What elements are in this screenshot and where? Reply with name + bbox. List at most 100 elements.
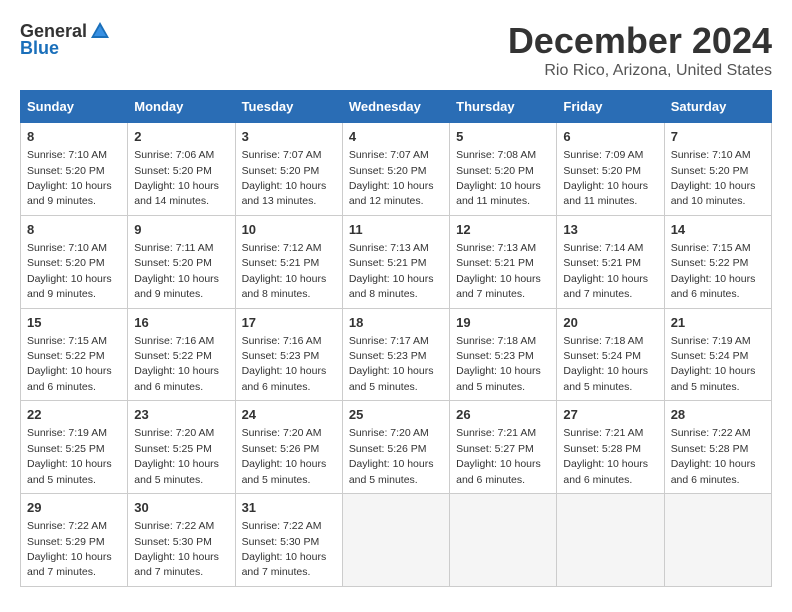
- day-number: 20: [563, 314, 657, 332]
- calendar-cell: [664, 494, 771, 587]
- calendar-cell: 3Sunrise: 7:07 AM Sunset: 5:20 PM Daylig…: [235, 123, 342, 216]
- calendar-cell: 24 Sunrise: 7:20 AM Sunset: 5:26 PM Dayli…: [235, 401, 342, 494]
- calendar-cell: [342, 494, 449, 587]
- calendar-cell: [450, 494, 557, 587]
- day-number: 5: [456, 128, 550, 146]
- calendar-cell: 8 Sunrise: 7:10 AM Sunset: 5:20 PM Daylig…: [21, 215, 128, 308]
- day-info: Sunrise: 7:15 AM Sunset: 5:22 PM Dayligh…: [671, 242, 756, 300]
- calendar-cell: 18Sunrise: 7:17 AM Sunset: 5:23 PM Dayli…: [342, 308, 449, 401]
- logo-icon: [89, 20, 111, 42]
- calendar-cell: 11Sunrise: 7:13 AM Sunset: 5:21 PM Dayli…: [342, 215, 449, 308]
- weekday-header-friday: Friday: [557, 91, 664, 123]
- weekday-header-thursday: Thursday: [450, 91, 557, 123]
- day-info: Sunrise: 7:21 AM Sunset: 5:27 PM Dayligh…: [456, 427, 541, 485]
- calendar-cell: 4 Sunrise: 7:07 AM Sunset: 5:20 PM Daylig…: [342, 123, 449, 216]
- calendar-cell: 25 Sunrise: 7:20 AM Sunset: 5:26 PM Dayli…: [342, 401, 449, 494]
- weekday-header-row: SundayMondayTuesdayWednesdayThursdayFrid…: [21, 91, 772, 123]
- day-info: Sunrise: 7:22 AM Sunset: 5:30 PM Dayligh…: [134, 520, 219, 578]
- day-info: Sunrise: 7:10 AM Sunset: 5:20 PM Dayligh…: [671, 149, 756, 207]
- day-info: Sunrise: 7:20 AM Sunset: 5:25 PM Dayligh…: [134, 427, 219, 485]
- calendar-cell: 7 Sunrise: 7:10 AM Sunset: 5:20 PM Daylig…: [664, 123, 771, 216]
- day-number: 8: [27, 128, 121, 146]
- day-number: 25: [349, 406, 443, 424]
- day-info: Sunrise: 7:13 AM Sunset: 5:21 PM Dayligh…: [456, 242, 541, 300]
- day-number: 12: [456, 221, 550, 239]
- calendar-cell: 2Sunrise: 7:06 AM Sunset: 5:20 PM Daylig…: [128, 123, 235, 216]
- day-info: Sunrise: 7:14 AM Sunset: 5:21 PM Dayligh…: [563, 242, 648, 300]
- day-info: Sunrise: 7:21 AM Sunset: 5:28 PM Dayligh…: [563, 427, 648, 485]
- calendar-cell: 5 Sunrise: 7:08 AM Sunset: 5:20 PM Daylig…: [450, 123, 557, 216]
- day-info: Sunrise: 7:06 AM Sunset: 5:20 PM Dayligh…: [134, 149, 219, 207]
- day-number: 6: [563, 128, 657, 146]
- day-number: 22: [27, 406, 121, 424]
- day-info: Sunrise: 7:19 AM Sunset: 5:25 PM Dayligh…: [27, 427, 112, 485]
- calendar-week-row: 22 Sunrise: 7:19 AM Sunset: 5:25 PM Dayli…: [21, 401, 772, 494]
- day-info: Sunrise: 7:20 AM Sunset: 5:26 PM Dayligh…: [349, 427, 434, 485]
- weekday-header-saturday: Saturday: [664, 91, 771, 123]
- day-info: Sunrise: 7:11 AM Sunset: 5:20 PM Dayligh…: [134, 242, 219, 300]
- calendar-cell: 14 Sunrise: 7:15 AM Sunset: 5:22 PM Dayli…: [664, 215, 771, 308]
- day-number: 21: [671, 314, 765, 332]
- day-info: Sunrise: 7:16 AM Sunset: 5:23 PM Dayligh…: [242, 335, 327, 393]
- day-number: 8: [27, 221, 121, 239]
- day-info: Sunrise: 7:10 AM Sunset: 5:20 PM Dayligh…: [27, 149, 112, 207]
- day-info: Sunrise: 7:19 AM Sunset: 5:24 PM Dayligh…: [671, 335, 756, 393]
- day-number: 4: [349, 128, 443, 146]
- weekday-header-sunday: Sunday: [21, 91, 128, 123]
- logo: General Blue: [20, 20, 111, 59]
- calendar-cell: 27 Sunrise: 7:21 AM Sunset: 5:28 PM Dayli…: [557, 401, 664, 494]
- day-info: Sunrise: 7:20 AM Sunset: 5:26 PM Dayligh…: [242, 427, 327, 485]
- calendar-cell: 15Sunrise: 7:15 AM Sunset: 5:22 PM Dayli…: [21, 308, 128, 401]
- calendar-cell: 16 Sunrise: 7:16 AM Sunset: 5:22 PM Dayli…: [128, 308, 235, 401]
- calendar-cell: [557, 494, 664, 587]
- day-info: Sunrise: 7:15 AM Sunset: 5:22 PM Dayligh…: [27, 335, 112, 393]
- calendar-subtitle: Rio Rico, Arizona, United States: [508, 62, 772, 80]
- day-number: 14: [671, 221, 765, 239]
- calendar-cell: 31Sunrise: 7:22 AM Sunset: 5:30 PM Dayli…: [235, 494, 342, 587]
- day-number: 30: [134, 499, 228, 517]
- day-number: 9: [134, 221, 228, 239]
- calendar-cell: 17Sunrise: 7:16 AM Sunset: 5:23 PM Dayli…: [235, 308, 342, 401]
- day-number: 29: [27, 499, 121, 517]
- day-number: 24: [242, 406, 336, 424]
- day-number: 7: [671, 128, 765, 146]
- calendar-cell: 10Sunrise: 7:12 AM Sunset: 5:21 PM Dayli…: [235, 215, 342, 308]
- day-number: 11: [349, 221, 443, 239]
- calendar-cell: 28 Sunrise: 7:22 AM Sunset: 5:28 PM Dayli…: [664, 401, 771, 494]
- calendar-cell: 20 Sunrise: 7:18 AM Sunset: 5:24 PM Dayli…: [557, 308, 664, 401]
- calendar-cell: 19Sunrise: 7:18 AM Sunset: 5:23 PM Dayli…: [450, 308, 557, 401]
- day-info: Sunrise: 7:10 AM Sunset: 5:20 PM Dayligh…: [27, 242, 112, 300]
- weekday-header-monday: Monday: [128, 91, 235, 123]
- calendar-week-row: 8 Sunrise: 7:10 AM Sunset: 5:20 PM Daylig…: [21, 215, 772, 308]
- calendar-cell: 13 Sunrise: 7:14 AM Sunset: 5:21 PM Dayli…: [557, 215, 664, 308]
- day-info: Sunrise: 7:22 AM Sunset: 5:29 PM Dayligh…: [27, 520, 112, 578]
- calendar-week-row: 29 Sunrise: 7:22 AM Sunset: 5:29 PM Dayli…: [21, 494, 772, 587]
- day-number: 16: [134, 314, 228, 332]
- day-number: 28: [671, 406, 765, 424]
- day-number: 23: [134, 406, 228, 424]
- calendar-cell: 6 Sunrise: 7:09 AM Sunset: 5:20 PM Daylig…: [557, 123, 664, 216]
- day-number: 27: [563, 406, 657, 424]
- day-info: Sunrise: 7:18 AM Sunset: 5:24 PM Dayligh…: [563, 335, 648, 393]
- day-info: Sunrise: 7:07 AM Sunset: 5:20 PM Dayligh…: [349, 149, 434, 207]
- weekday-header-wednesday: Wednesday: [342, 91, 449, 123]
- calendar-cell: 30 Sunrise: 7:22 AM Sunset: 5:30 PM Dayli…: [128, 494, 235, 587]
- day-info: Sunrise: 7:09 AM Sunset: 5:20 PM Dayligh…: [563, 149, 648, 207]
- title-section: December 2024 Rio Rico, Arizona, United …: [508, 20, 772, 80]
- page-header: General Blue December 2024 Rio Rico, Ari…: [20, 20, 772, 80]
- day-number: 19: [456, 314, 550, 332]
- day-info: Sunrise: 7:07 AM Sunset: 5:20 PM Dayligh…: [242, 149, 327, 207]
- calendar-table: SundayMondayTuesdayWednesdayThursdayFrid…: [20, 90, 772, 587]
- calendar-cell: 8 Sunrise: 7:10 AM Sunset: 5:20 PM Daylig…: [21, 123, 128, 216]
- day-info: Sunrise: 7:12 AM Sunset: 5:21 PM Dayligh…: [242, 242, 327, 300]
- day-number: 13: [563, 221, 657, 239]
- day-info: Sunrise: 7:16 AM Sunset: 5:22 PM Dayligh…: [134, 335, 219, 393]
- day-number: 26: [456, 406, 550, 424]
- day-info: Sunrise: 7:22 AM Sunset: 5:28 PM Dayligh…: [671, 427, 756, 485]
- day-info: Sunrise: 7:08 AM Sunset: 5:20 PM Dayligh…: [456, 149, 541, 207]
- day-info: Sunrise: 7:17 AM Sunset: 5:23 PM Dayligh…: [349, 335, 434, 393]
- day-number: 31: [242, 499, 336, 517]
- calendar-cell: 22 Sunrise: 7:19 AM Sunset: 5:25 PM Dayli…: [21, 401, 128, 494]
- calendar-title: December 2024: [508, 20, 772, 62]
- calendar-week-row: 8 Sunrise: 7:10 AM Sunset: 5:20 PM Daylig…: [21, 123, 772, 216]
